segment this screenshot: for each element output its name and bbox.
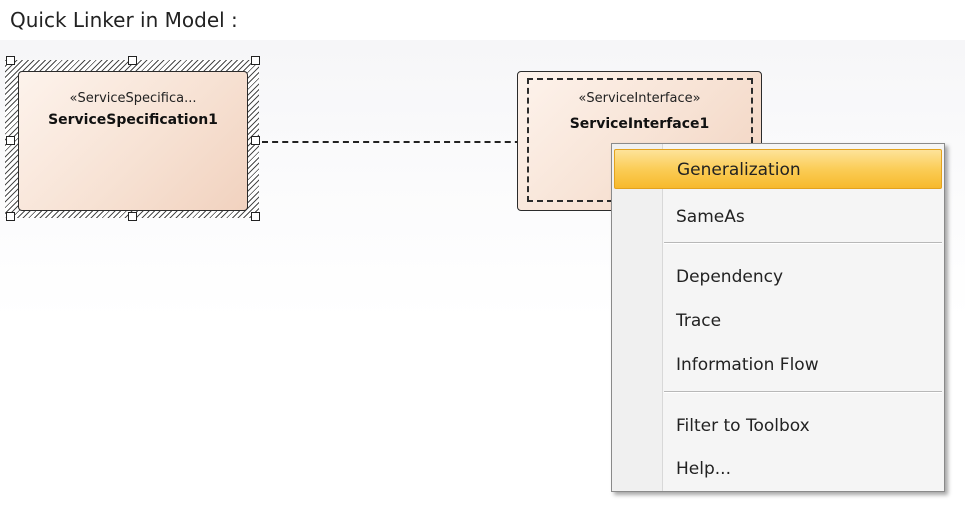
menu-separator	[664, 242, 942, 244]
menu-item-filter-to-toolbox[interactable]: Filter to Toolbox	[614, 406, 942, 446]
menu-item-sameas[interactable]: SameAs	[614, 197, 942, 237]
resize-handle-bottom-left[interactable]	[6, 212, 15, 221]
element-stereotype: «ServiceInterface»	[578, 91, 701, 106]
element-name: ServiceInterface1	[569, 116, 710, 132]
menu-item-information-flow[interactable]: Information Flow	[614, 345, 942, 385]
element-stereotype: «ServiceSpecifica...	[69, 91, 197, 106]
resize-handle-top[interactable]	[128, 56, 137, 65]
resize-handle-top-left[interactable]	[6, 56, 15, 65]
menu-item-label: Trace	[676, 311, 722, 331]
resize-handle-bottom-right[interactable]	[251, 212, 260, 221]
resize-handle-left[interactable]	[6, 136, 15, 145]
page-title: Quick Linker in Model :	[10, 8, 238, 32]
menu-item-dependency[interactable]: Dependency	[614, 257, 942, 297]
menu-item-label: Information Flow	[676, 355, 819, 375]
menu-item-label: Generalization	[677, 160, 801, 180]
menu-item-label: Filter to Toolbox	[676, 416, 810, 436]
resize-handle-right[interactable]	[251, 136, 260, 145]
menu-item-generalization[interactable]: Generalization	[614, 149, 942, 189]
quick-linker-menu: Generalization SameAs Dependency Trace I…	[611, 143, 945, 492]
menu-item-trace[interactable]: Trace	[614, 301, 942, 341]
menu-item-label: SameAs	[676, 207, 745, 227]
resize-handle-top-right[interactable]	[251, 56, 260, 65]
menu-item-label: Help...	[676, 459, 731, 479]
element-name: ServiceSpecification1	[48, 112, 218, 128]
resize-handle-bottom[interactable]	[128, 212, 137, 221]
service-specification-element[interactable]: «ServiceSpecifica... ServiceSpecificatio…	[18, 71, 248, 211]
menu-item-label: Dependency	[676, 267, 784, 287]
menu-separator	[664, 391, 942, 393]
menu-item-help[interactable]: Help...	[614, 449, 942, 489]
